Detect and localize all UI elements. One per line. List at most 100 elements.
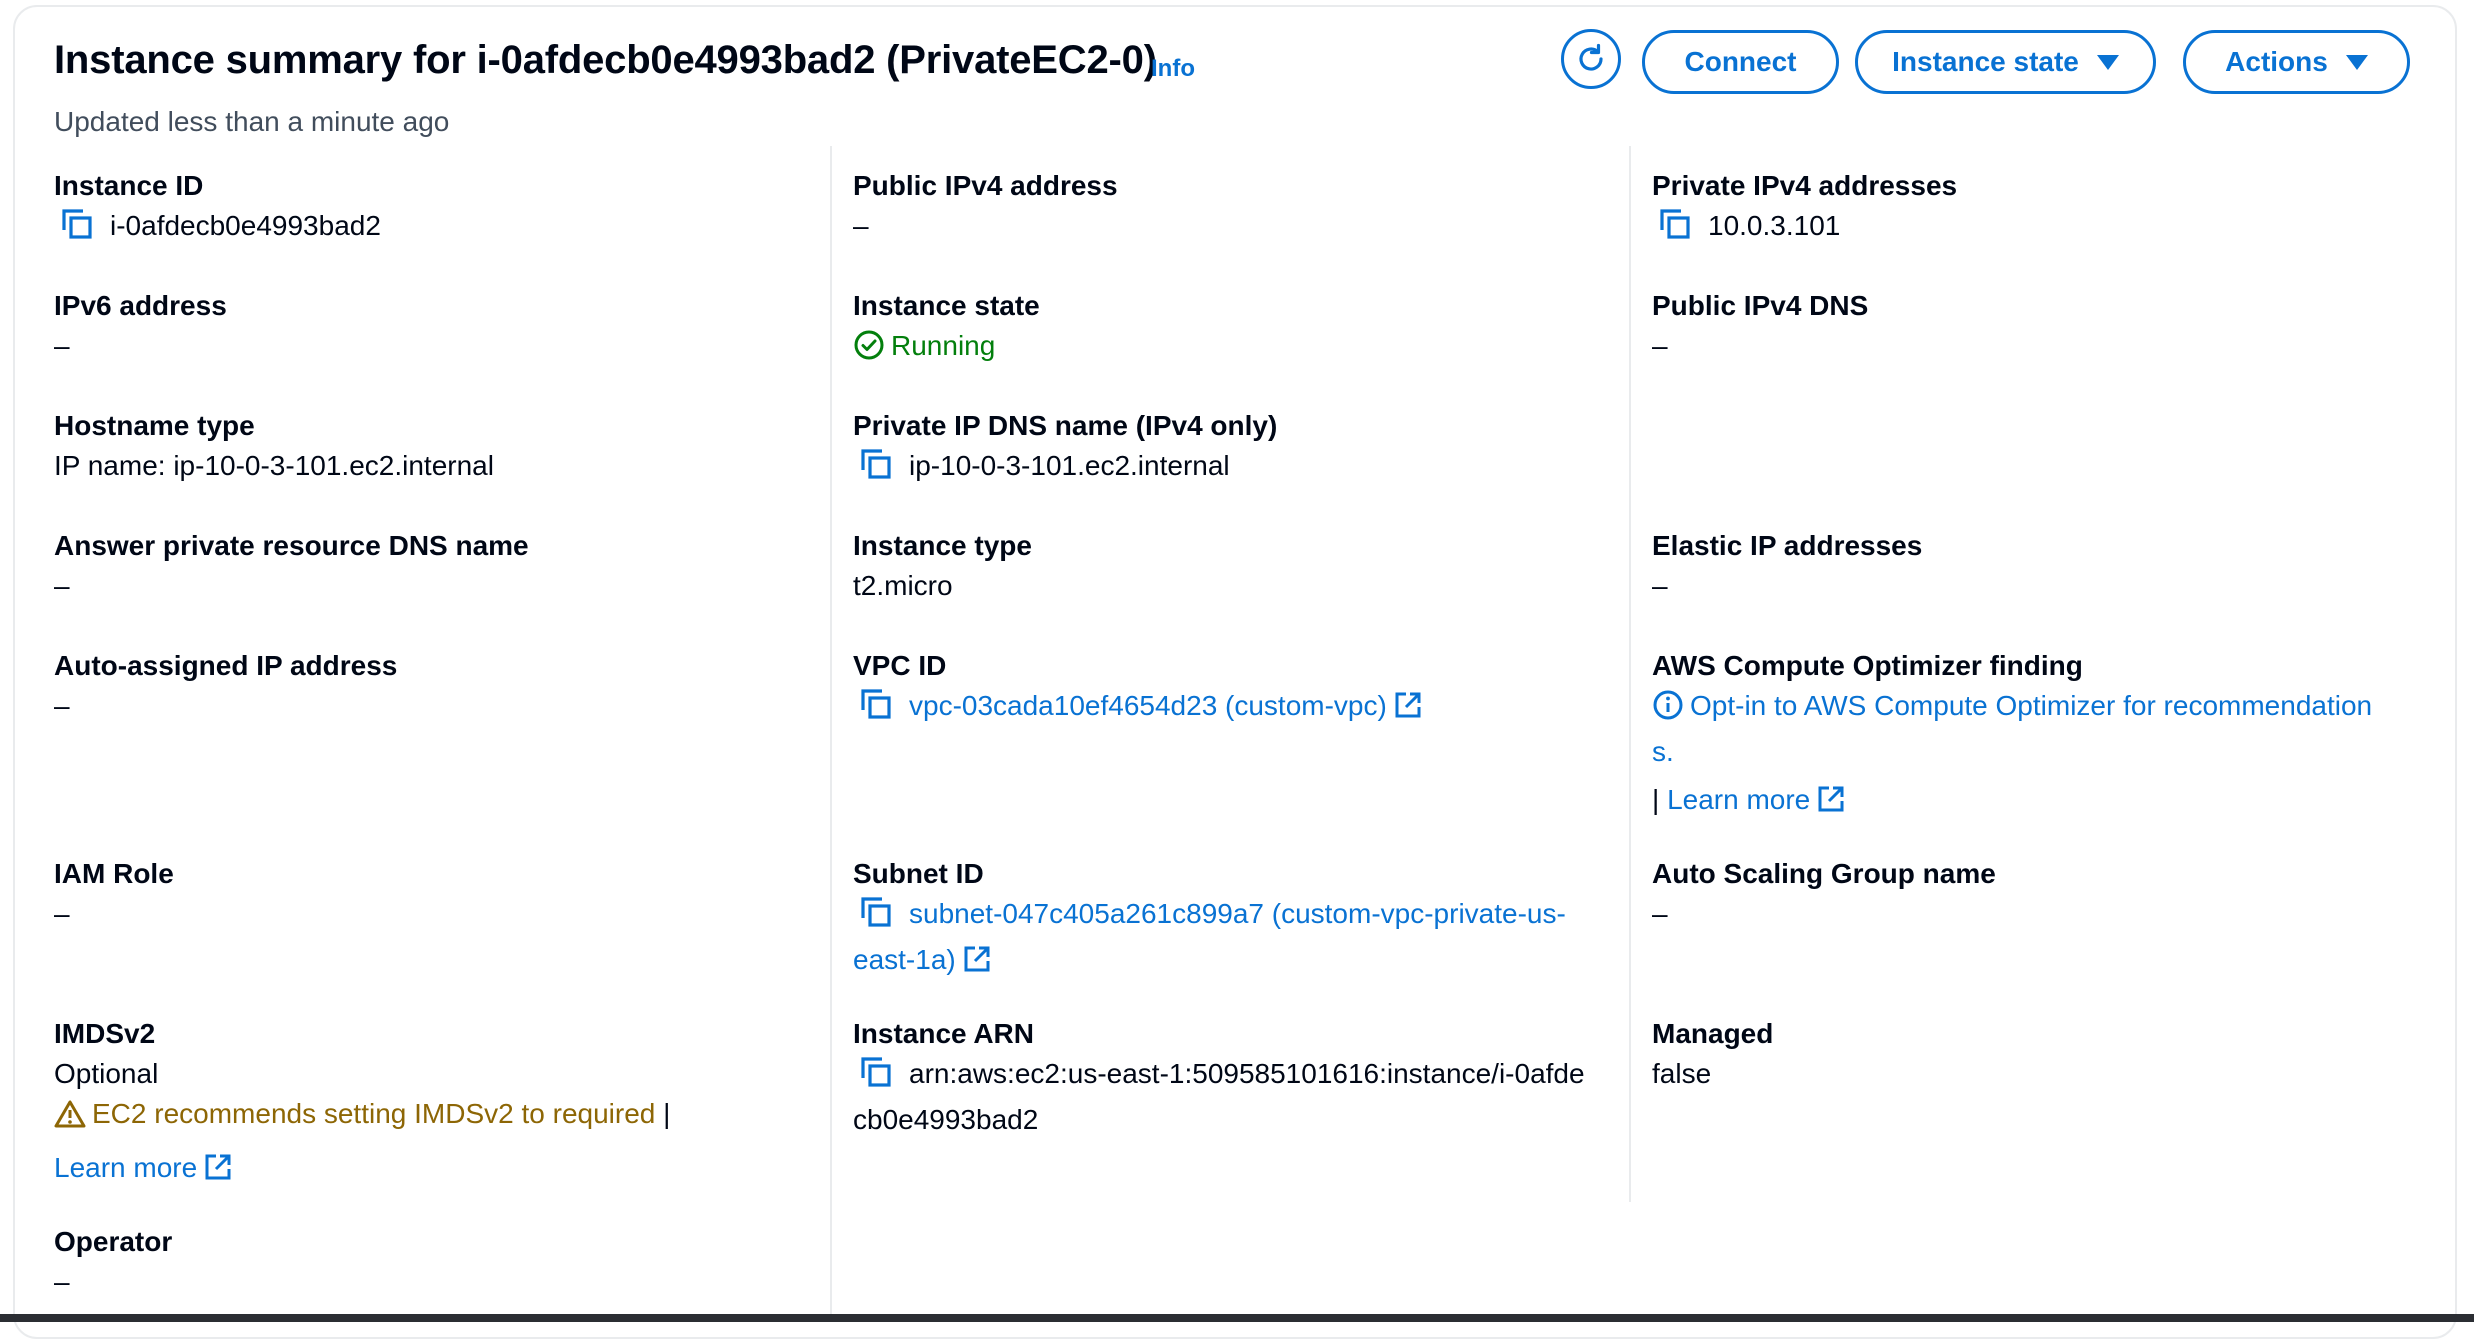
public-ipv4-value: – [853, 210, 869, 241]
field-label: Managed [1652, 1018, 1774, 1049]
field-operator: Operator – [54, 1222, 172, 1302]
field-label: Auto-assigned IP address [54, 650, 398, 681]
subnet-id-link-cont[interactable]: east-1a) [853, 944, 956, 975]
copy-icon[interactable] [859, 447, 893, 492]
field-label: Subnet ID [853, 858, 984, 889]
field-label: Instance ID [54, 170, 204, 201]
field-label: IAM Role [54, 858, 174, 889]
field-label: Hostname type [54, 410, 255, 441]
instance-arn-value: arn:aws:ec2:us-east-1:509585101616:insta… [909, 1058, 1585, 1089]
separator: | [663, 1098, 671, 1129]
column-divider [830, 146, 832, 1316]
field-label: Private IP DNS name (IPv4 only) [853, 410, 1278, 441]
hostname-type-value: IP name: ip-10-0-3-101.ec2.internal [54, 450, 494, 481]
field-private-ip-dns: Private IP DNS name (IPv4 only) ip-10-0-… [853, 406, 1277, 492]
separator: | [1652, 784, 1660, 815]
imdsv2-value: Optional [54, 1058, 159, 1089]
imdsv2-warning-text: EC2 recommends setting IMDSv2 to require… [92, 1098, 656, 1129]
field-label: Private IPv4 addresses [1652, 170, 1958, 201]
field-answer-private-dns: Answer private resource DNS name – [54, 526, 529, 606]
subnet-id-link[interactable]: subnet-047c405a261c899a7 (custom-vpc-pri… [909, 898, 1566, 929]
instance-state-value: Running [891, 330, 996, 361]
status-check-icon [853, 329, 885, 372]
page-title: Instance summary for i-0afdecb0e4993bad2… [54, 38, 1157, 82]
warning-icon [54, 1099, 86, 1140]
field-ipv6-address: IPv6 address – [54, 286, 227, 366]
field-hostname-type: Hostname type IP name: ip-10-0-3-101.ec2… [54, 406, 494, 486]
refresh-button[interactable] [1561, 29, 1621, 89]
field-label: Auto Scaling Group name [1652, 858, 1996, 889]
external-link-icon[interactable] [203, 1152, 233, 1193]
field-instance-id: Instance ID i-0afdecb0e4993bad2 [54, 166, 381, 252]
field-label: Public IPv4 DNS [1652, 290, 1869, 321]
elastic-ip-value: – [1652, 570, 1668, 601]
private-ipv4-value: 10.0.3.101 [1708, 210, 1841, 241]
ipv6-value: – [54, 330, 70, 361]
field-public-ipv4: Public IPv4 address – [853, 166, 1118, 246]
copy-icon[interactable] [1658, 207, 1692, 252]
field-label: AWS Compute Optimizer finding [1652, 650, 2083, 681]
field-instance-state: Instance state Running [853, 286, 1040, 372]
field-auto-assigned-ip: Auto-assigned IP address – [54, 646, 397, 726]
info-icon [1652, 689, 1684, 732]
instance-state-button-label: Instance state [1892, 46, 2079, 77]
copy-icon[interactable] [60, 207, 94, 252]
field-label: Instance type [853, 530, 1032, 561]
actions-button[interactable]: Actions [2183, 30, 2410, 94]
learn-more-link[interactable]: Learn more [1667, 784, 1810, 815]
optimizer-opt-in-link[interactable]: Opt-in to AWS Compute Optimizer for reco… [1690, 690, 2372, 721]
instance-arn-value-cont: cb0e4993bad2 [853, 1104, 1039, 1135]
auto-ip-value: – [54, 690, 70, 721]
field-label: Elastic IP addresses [1652, 530, 1923, 561]
operator-value: – [54, 1266, 70, 1297]
instance-type-value: t2.micro [853, 570, 953, 601]
updated-text: Updated less than a minute ago [54, 106, 450, 137]
external-link-icon[interactable] [962, 944, 992, 985]
vpc-id-link[interactable]: vpc-03cada10ef4654d23 (custom-vpc) [909, 690, 1387, 721]
info-link[interactable]: Info [1151, 55, 1195, 83]
asg-name-value: – [1652, 898, 1668, 929]
field-label: Operator [54, 1226, 173, 1257]
copy-icon[interactable] [859, 895, 893, 940]
external-link-icon[interactable] [1393, 690, 1423, 731]
copy-icon[interactable] [859, 687, 893, 732]
connect-button[interactable]: Connect [1642, 30, 1839, 94]
field-vpc-id: VPC ID vpc-03cada10ef4654d23 (custom-vpc… [853, 646, 1423, 732]
column-divider [1629, 146, 1631, 1202]
instance-state-button[interactable]: Instance state [1855, 30, 2156, 94]
private-dns-value: ip-10-0-3-101.ec2.internal [909, 450, 1230, 481]
copy-icon[interactable] [859, 1055, 893, 1100]
instance-id-value: i-0afdecb0e4993bad2 [110, 210, 381, 241]
actions-button-label: Actions [2225, 46, 2328, 77]
field-label: IMDSv2 [54, 1018, 156, 1049]
caret-down-icon [2345, 54, 2368, 70]
field-private-ipv4: Private IPv4 addresses 10.0.3.101 [1652, 166, 1957, 252]
field-managed: Managed false [1652, 1014, 1773, 1094]
field-label: VPC ID [853, 650, 947, 681]
iam-role-value: – [54, 898, 70, 929]
field-label: Public IPv4 address [853, 170, 1118, 201]
field-label: IPv6 address [54, 290, 227, 321]
field-label: Instance state [853, 290, 1040, 321]
field-compute-optimizer: AWS Compute Optimizer finding Opt-in to … [1652, 646, 2372, 825]
field-label: Answer private resource DNS name [54, 530, 529, 561]
answer-dns-value: – [54, 570, 70, 601]
managed-value: false [1652, 1058, 1712, 1089]
refresh-icon [1579, 43, 1603, 71]
connect-button-label: Connect [1684, 46, 1797, 77]
caret-down-icon [2096, 54, 2119, 70]
external-link-icon[interactable] [1816, 784, 1846, 825]
field-auto-scaling-group: Auto Scaling Group name – [1652, 854, 1996, 934]
field-iam-role: IAM Role – [54, 854, 174, 934]
field-public-ipv4-dns: Public IPv4 DNS – [1652, 286, 1868, 366]
field-subnet-id: Subnet ID subnet-047c405a261c899a7 (cust… [853, 854, 1566, 985]
field-elastic-ip: Elastic IP addresses – [1652, 526, 1922, 606]
learn-more-link[interactable]: Learn more [54, 1152, 197, 1183]
field-instance-type: Instance type t2.micro [853, 526, 1032, 606]
optimizer-opt-in-link-cont[interactable]: s. [1652, 736, 1674, 767]
bottom-bar [0, 1314, 2474, 1322]
field-instance-arn: Instance ARN arn:aws:ec2:us-east-1:50958… [853, 1014, 1585, 1140]
public-dns-value: – [1652, 330, 1668, 361]
field-imdsv2: IMDSv2 Optional EC2 recommends setting I… [54, 1014, 670, 1193]
field-label: Instance ARN [853, 1018, 1035, 1049]
